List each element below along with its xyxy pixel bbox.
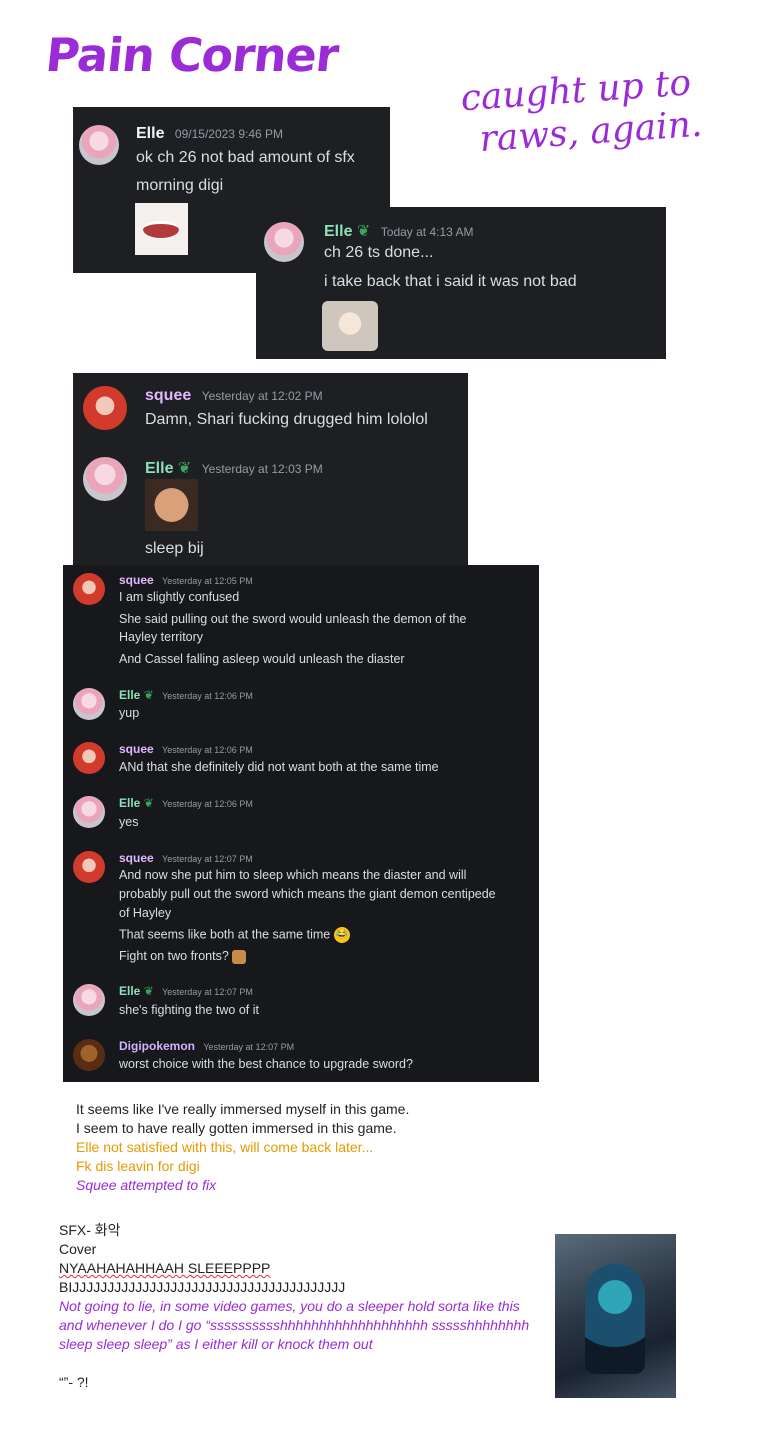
message-text: She said pulling out the sword would unl… (119, 612, 467, 626)
username[interactable]: Digipokemon (119, 1039, 195, 1053)
username[interactable]: squee (119, 851, 154, 865)
timestamp: 09/15/2023 9:46 PM (174, 127, 284, 141)
message-text: of Hayley (119, 906, 172, 920)
message-text: Damn, Shari fucking drugged him lololol (145, 411, 428, 428)
timestamp: Today at 4:13 AM (380, 225, 474, 239)
message-text: i take back that i said it was not bad (324, 273, 577, 290)
attached-image[interactable] (135, 203, 188, 255)
avatar[interactable] (73, 984, 105, 1016)
leaf-badge-icon: ❦ (143, 984, 154, 998)
message-text: ANd that she definitely did not want bot… (119, 760, 439, 774)
username[interactable]: squee (145, 387, 191, 404)
username[interactable]: squee (119, 573, 154, 587)
doc-line: SFX- 화악 (59, 1222, 121, 1238)
username[interactable]: Elle (119, 796, 140, 810)
handwritten-note: caught up to raws, again. (459, 62, 704, 163)
mouth-image-icon (143, 221, 179, 238)
doc-line: Fk dis leavin for digi (76, 1158, 200, 1174)
username[interactable]: squee (119, 742, 154, 756)
timestamp: Yesterday at 12:07 PM (162, 987, 253, 997)
doc-line: Squee attempted to fix (76, 1177, 217, 1193)
timestamp: Yesterday at 12:03 PM (201, 462, 323, 476)
message-line: That seems like both at the same time 😂 (119, 927, 350, 943)
timestamp: Yesterday at 12:07 PM (203, 1042, 295, 1052)
character-figure-icon (585, 1264, 645, 1374)
message-text: Hayley territory (119, 630, 204, 644)
message-text: ch 26 ts done... (324, 244, 434, 261)
doc-line: Cover (59, 1241, 97, 1257)
message-text: morning digi (136, 177, 224, 194)
timestamp: Yesterday at 12:06 PM (162, 799, 253, 809)
message-text: ok ch 26 not bad amount of sfx (136, 149, 355, 166)
avatar[interactable] (73, 573, 105, 605)
doc-line: Elle not satisfied with this, will come … (76, 1139, 374, 1155)
chat-panel-4: squee Yesterday at 12:05 PM I am slightl… (63, 565, 539, 1082)
message-text: Fight on two fronts? (119, 949, 229, 963)
username[interactable]: Elle (119, 688, 140, 702)
timestamp: Yesterday at 12:02 PM (201, 389, 323, 403)
avatar[interactable] (73, 1039, 105, 1071)
doc-line: BIJJJJJJJJJJJJJJJJJJJJJJJJJJJJJJJJJJJJJJ… (59, 1279, 346, 1295)
avatar[interactable] (83, 386, 127, 430)
face-image[interactable] (145, 479, 198, 531)
timestamp: Yesterday at 12:07 PM (162, 854, 253, 864)
username[interactable]: Elle (324, 223, 352, 240)
laughing-emoji-icon: 😂 (333, 927, 350, 943)
message-text: she's fighting the two of it (119, 1003, 259, 1017)
leaf-badge-icon: ❦ (143, 688, 154, 702)
message-text: yes (119, 815, 139, 829)
timestamp: Yesterday at 12:05 PM (162, 576, 253, 586)
message-text: That seems like both at the same time (119, 927, 331, 942)
leaf-badge-icon: ❦ (356, 223, 371, 240)
message-line: Fight on two fronts? (119, 949, 247, 964)
leaf-badge-icon: ❦ (143, 796, 154, 810)
message-text: yup (119, 706, 140, 720)
avatar[interactable] (73, 688, 105, 720)
avatar[interactable] (73, 742, 105, 774)
doc-line: Not going to lie, in some video games, y… (59, 1298, 520, 1314)
leaf-badge-icon: ❦ (177, 460, 192, 477)
doc-line: “”- ?! (59, 1374, 89, 1390)
username[interactable]: Elle (145, 460, 173, 477)
timestamp: Yesterday at 12:06 PM (162, 745, 253, 755)
doc-line: and whenever I do I go “sssssssssshhhhhh… (59, 1317, 530, 1333)
game-screenshot-image[interactable] (555, 1234, 676, 1398)
chat-panel-3: squee Yesterday at 12:02 PM Damn, Shari … (73, 373, 468, 565)
avatar[interactable] (73, 796, 105, 828)
doc-line: I seem to have really gotten immersed in… (76, 1120, 397, 1136)
message-text: sleep bij (145, 540, 204, 557)
avatar[interactable] (264, 222, 304, 262)
doc-line: NYAAHAHAHHAAH SLEEEPPPP (59, 1260, 271, 1276)
timestamp: Yesterday at 12:06 PM (162, 691, 253, 701)
message-text: And Cassel falling asleep would unleash … (119, 652, 405, 666)
message-text: I am slightly confused (119, 590, 240, 604)
avatar[interactable] (83, 457, 127, 501)
cat-emoji-icon (232, 949, 247, 964)
doc-line: It seems like I've really immersed mysel… (76, 1101, 410, 1117)
message-text: worst choice with the best chance to upg… (119, 1057, 413, 1071)
translation-notes: It seems like I've really immersed mysel… (76, 1100, 556, 1195)
message-text: probably pull out the sword which means … (119, 887, 496, 901)
page-title: Pain Corner (43, 28, 341, 82)
avatar[interactable] (73, 851, 105, 883)
avatar[interactable] (79, 125, 119, 165)
username[interactable]: Elle (136, 125, 164, 142)
username[interactable]: Elle (119, 984, 140, 998)
doc-line: sleep sleep sleep” as I either kill or k… (59, 1336, 373, 1352)
sfx-notes: SFX- 화악 Cover NYAAHAHAHHAAH SLEEEPPPP BI… (59, 1221, 549, 1392)
sticker-image[interactable] (322, 301, 378, 351)
chat-panel-2: Elle ❦ Today at 4:13 AM ch 26 ts done...… (256, 207, 666, 359)
message-text: And now she put him to sleep which means… (119, 868, 467, 882)
